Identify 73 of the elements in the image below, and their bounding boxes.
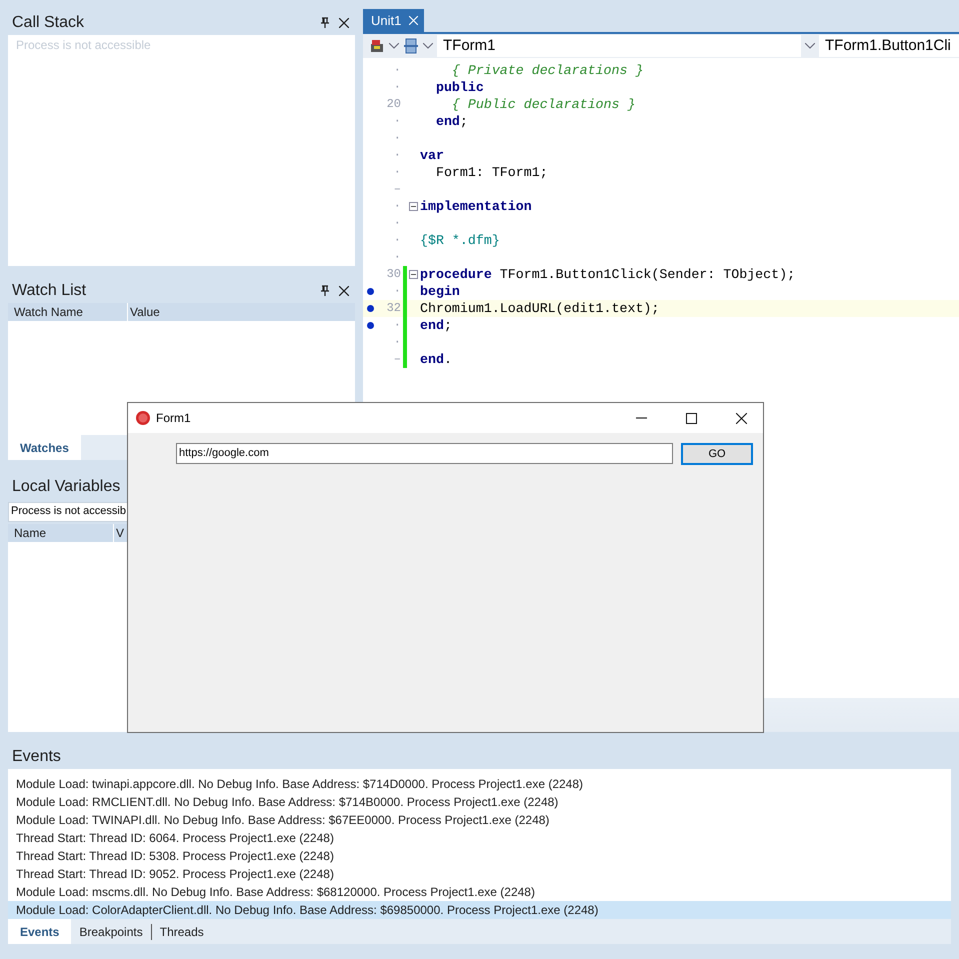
- code-line: procedure TForm1.Button1Click(Sender: TObject);: [420, 266, 796, 282]
- code-line: {$R *.dfm}: [420, 232, 500, 248]
- breakpoint-dot-icon[interactable]: [367, 322, 374, 329]
- line-number: ·: [392, 284, 401, 298]
- line-number: ·: [392, 199, 401, 214]
- pin-icon[interactable]: [321, 17, 329, 28]
- panel-title: Watch List: [12, 282, 86, 300]
- line-number: ·: [392, 148, 401, 162]
- url-input[interactable]: https://google.com: [176, 442, 673, 464]
- code-line: implementation: [420, 198, 532, 214]
- line-number: ·: [392, 216, 401, 230]
- panel-title: Call Stack: [12, 14, 84, 32]
- close-icon[interactable]: [339, 286, 349, 296]
- chevron-down-icon[interactable]: [805, 42, 815, 49]
- line-number: 30: [386, 267, 401, 282]
- event-row[interactable]: Module Load: twinapi.appcore.dll. No Debug Info. Base Address: $714D0000. Process Project1.exe (2248): [8, 775, 951, 793]
- collapse-icon[interactable]: [408, 270, 418, 279]
- code-line: { Public declarations }: [450, 96, 636, 112]
- event-row[interactable]: Module Load: TWINAPI.dll. No Debug Info. Base Address: $67EE0000. Process Project1.exe (2248): [8, 811, 951, 829]
- event-row[interactable]: Module Load: mscms.dll. No Debug Info. Base Address: $68120000. Process Project1.exe (2248): [8, 883, 951, 901]
- panel-tab[interactable]: Events: [8, 919, 72, 944]
- panel-title: Events: [12, 748, 61, 766]
- close-icon[interactable]: [339, 18, 349, 28]
- line-number: –: [392, 182, 401, 196]
- panel-tab[interactable]: Threads: [150, 924, 212, 940]
- panel-tab[interactable]: Breakpoints: [71, 924, 151, 940]
- form-icon[interactable]: [403, 38, 419, 54]
- line-number: –: [392, 352, 401, 366]
- code-line: end.: [420, 352, 452, 367]
- code-line: Form1: TForm1;: [434, 164, 548, 180]
- line-number: ·: [392, 318, 401, 332]
- code-line: end;: [420, 318, 452, 333]
- close-icon: [736, 412, 746, 424]
- window-title: Form1: [156, 411, 192, 425]
- method-combo[interactable]: TForm1.Button1Cli: [819, 34, 959, 57]
- event-row[interactable]: Thread Start: Thread ID: 5308. Process Project1.exe (2248): [8, 847, 951, 865]
- app-logo-icon: [136, 411, 150, 425]
- collapse-icon[interactable]: [408, 202, 418, 211]
- chevron-down-icon[interactable]: [389, 42, 399, 49]
- status-message: Process is not accessible: [15, 37, 152, 54]
- line-number: 20: [386, 97, 401, 112]
- line-number: ·: [392, 250, 401, 264]
- breakpoint-dot-icon[interactable]: [367, 304, 374, 312]
- column-header[interactable]: Value: [128, 303, 355, 321]
- class-combo[interactable]: TForm1: [437, 34, 801, 57]
- chevron-down-icon[interactable]: [423, 42, 433, 49]
- line-number: ·: [392, 165, 401, 180]
- event-row[interactable]: Module Load: RMCLIENT.dll. No Debug Info. Base Address: $714B0000. Process Project1.exe (2248): [8, 793, 951, 811]
- line-number: ·: [392, 131, 401, 146]
- maximize-icon: [686, 412, 696, 424]
- breakpoint-dot-icon[interactable]: [367, 288, 374, 295]
- code-line: begin: [420, 284, 460, 299]
- line-number: ·: [392, 233, 401, 248]
- line-number: ·: [392, 114, 401, 128]
- event-row[interactable]: Thread Start: Thread ID: 6064. Process Project1.exe (2248): [8, 829, 951, 847]
- code-line: public: [434, 80, 484, 95]
- line-number: 32: [386, 301, 401, 316]
- code-line: Chromium1.LoadURL(edit1.text);: [420, 300, 660, 316]
- event-row[interactable]: Module Load: ColorAdapterClient.dll. No Debug Info. Base Address: $69850000. Process Project1.exe (2248): [8, 901, 951, 919]
- line-number: ·: [392, 335, 401, 350]
- pin-icon[interactable]: [321, 285, 329, 296]
- go-button[interactable]: GO: [681, 443, 753, 465]
- event-row[interactable]: Thread Start: Thread ID: 9052. Process Project1.exe (2248): [8, 865, 951, 883]
- code-line: end;: [434, 114, 468, 129]
- code-line: { Private declarations }: [450, 62, 644, 78]
- minimize-icon: [636, 417, 646, 419]
- editor-tab[interactable]: Unit1: [363, 9, 424, 32]
- line-number: ·: [392, 63, 401, 78]
- toolbox-icon[interactable]: [369, 38, 385, 54]
- code-line: var: [420, 148, 444, 163]
- panel-title: Local Variables: [12, 478, 120, 496]
- panel-tab[interactable]: Watches: [8, 435, 81, 460]
- line-number: ·: [392, 80, 401, 94]
